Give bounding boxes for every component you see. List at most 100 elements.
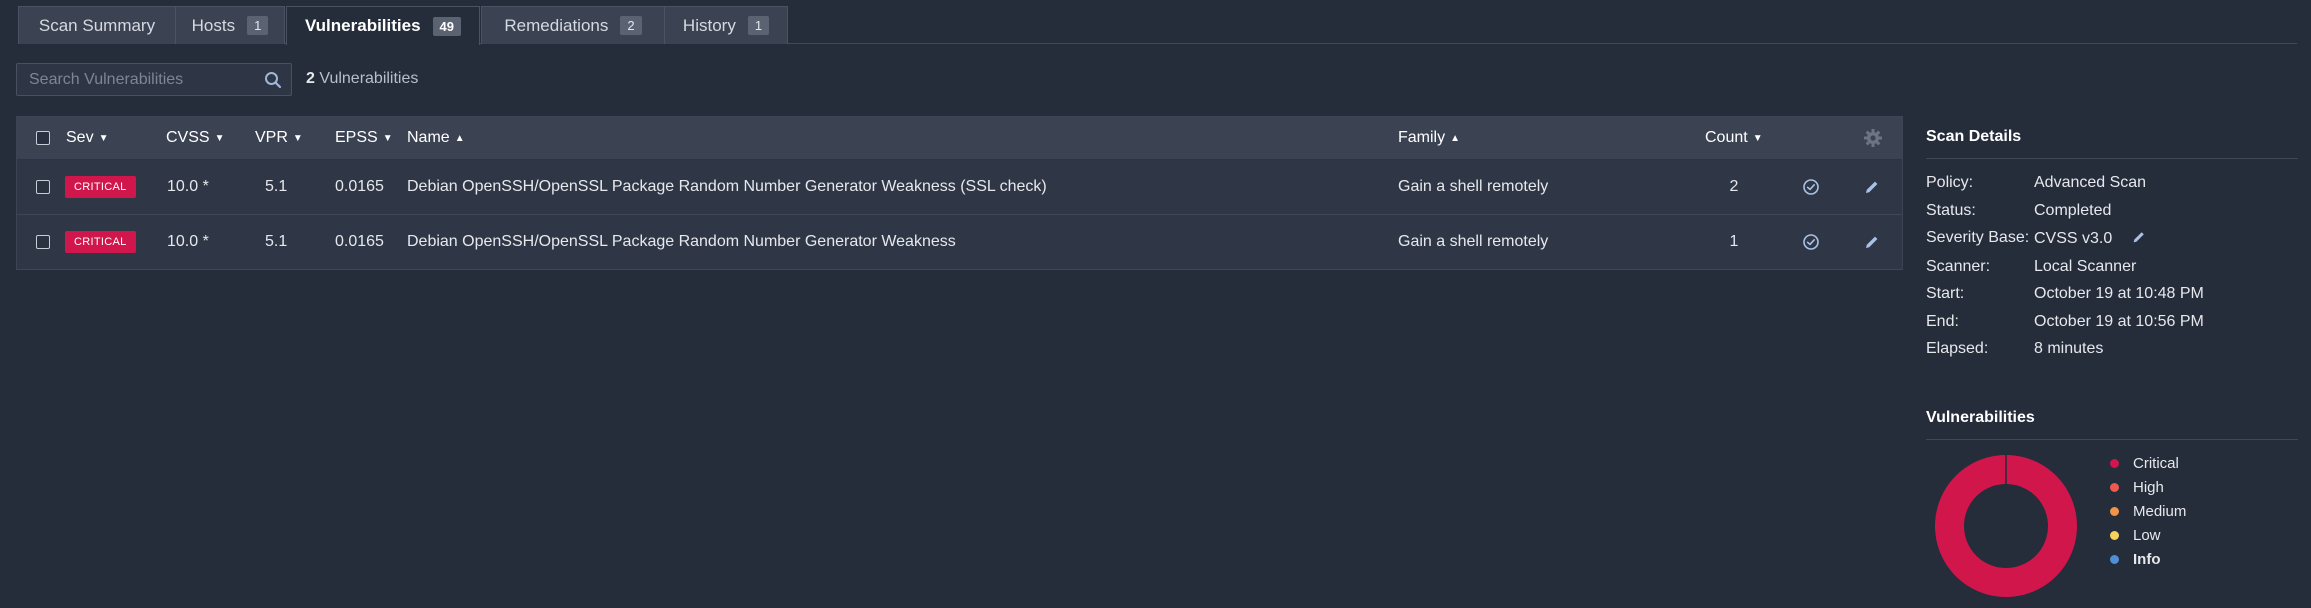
tab-count-badge: 49 [432,16,462,36]
resolve-cell [1802,160,1820,214]
check-circle-icon[interactable] [1802,178,1820,196]
column-settings-cell [1863,117,1883,159]
result-count-number: 2 [306,70,315,87]
severity-cell: CRITICAL [65,160,136,214]
column-label: Name [407,129,450,146]
severity-base-value: CVSS v3.0 [2034,230,2113,247]
edit-cell [1863,160,1881,214]
epss-cell: 0.0165 [335,233,384,250]
tab-label: Remediations [504,15,609,35]
legend-label: Critical [2133,455,2179,472]
search-icon[interactable] [264,71,282,89]
name-cell: Debian OpenSSH/OpenSSL Package Random Nu… [407,178,1047,195]
column-header-cvss[interactable]: CVSS ▼ [166,117,224,159]
legend-item-medium: Medium [2110,503,2186,520]
legend-dot [2110,531,2119,540]
tab-scan-summary[interactable]: Scan Summary [18,6,176,44]
legend-item-low: Low [2110,527,2161,544]
detail-label: Elapsed: [1926,340,1989,357]
family-cell: Gain a shell remotely [1398,233,1549,250]
vpr-cell: 5.1 [265,178,288,195]
sort-desc-icon: ▼ [98,132,109,144]
tab-bar: Scan Summary Hosts 1 Vulnerabilities 49 … [18,6,2297,45]
sort-desc-icon: ▼ [1752,132,1763,144]
column-header-name[interactable]: Name ▲ [407,117,465,159]
legend-dot [2110,507,2119,516]
resolve-cell [1802,215,1820,269]
column-label: VPR [255,129,288,146]
tab-label: Vulnerabilities [304,16,421,35]
scan-details-title: Scan Details [1926,128,2022,145]
tab-count-badge: 1 [747,16,770,35]
sort-desc-icon: ▼ [382,132,393,144]
column-label: Family [1398,129,1446,146]
sort-asc-icon: ▲ [1450,132,1461,144]
detail-value: Completed [2034,202,2112,219]
tab-label: History [682,15,736,35]
detail-value: Local Scanner [2034,258,2137,275]
detail-label: Severity Base: [1926,229,2030,246]
legend-label: Info [2133,551,2161,568]
detail-label: End: [1926,313,1959,330]
column-header-sev[interactable]: Sev ▼ [66,117,108,159]
legend-dot [2110,459,2119,468]
vpr-cell: 5.1 [265,233,288,250]
tab-vulnerabilities[interactable]: Vulnerabilities 49 [286,6,480,45]
vulnerabilities-donut-chart [1934,455,2077,597]
tab-count-badge: 2 [620,16,642,35]
legend-item-info[interactable]: Info [2110,551,2161,568]
tab-hosts[interactable]: Hosts 1 [175,6,285,44]
tab-history[interactable]: History 1 [664,6,788,44]
vulnerabilities-chart-title: Vulnerabilities [1926,409,2035,426]
detail-label: Scanner: [1926,258,1991,275]
legend-label: Medium [2133,503,2187,520]
sort-desc-icon: ▼ [292,132,303,144]
column-label: Sev [66,129,94,146]
select-all-cell [36,117,50,159]
cvss-cell: 10.0 * [167,178,209,195]
sort-asc-icon: ▲ [454,132,465,144]
name-cell: Debian OpenSSH/OpenSSL Package Random Nu… [407,233,956,250]
column-label: CVSS [166,129,210,146]
detail-value: 8 minutes [2034,340,2104,357]
sort-desc-icon: ▼ [214,132,225,144]
table-row[interactable]: CRITICAL 10.0 * 5.1 0.0165 Debian OpenSS… [17,160,1902,215]
detail-label: Start: [1926,285,1965,302]
search-box [16,63,292,96]
result-count: 2 Vulnerabilities [306,70,418,88]
result-count-label: Vulnerabilities [319,70,419,87]
pencil-icon[interactable] [1863,233,1881,251]
column-header-vpr[interactable]: VPR ▼ [255,117,303,159]
row-checkbox[interactable] [36,180,50,194]
epss-cell: 0.0165 [335,178,384,195]
column-header-family[interactable]: Family ▲ [1398,117,1460,159]
divider [1926,158,2298,159]
table-row[interactable]: CRITICAL 10.0 * 5.1 0.0165 Debian OpenSS… [17,215,1902,270]
check-circle-icon[interactable] [1802,233,1820,251]
legend-item-critical: Critical [2110,455,2179,472]
pencil-icon[interactable] [2131,229,2147,245]
search-input[interactable] [17,64,257,95]
pencil-icon[interactable] [1863,178,1881,196]
cvss-cell: 10.0 * [167,233,209,250]
severity-cell: CRITICAL [65,215,136,269]
edit-cell [1863,215,1881,269]
legend-label: High [2133,479,2164,496]
tab-remediations[interactable]: Remediations 2 [481,6,665,44]
row-select-cell [36,215,50,269]
vulnerabilities-table: Sev ▼ CVSS ▼ VPR ▼ EPSS ▼ Name ▲ Family … [16,116,1903,270]
tab-label: Scan Summary [38,15,156,35]
detail-value: October 19 at 10:48 PM [2034,285,2204,302]
count-cell: 1 [1729,233,1739,250]
legend-item-high: High [2110,479,2164,496]
gear-icon[interactable] [1863,128,1883,148]
severity-badge: CRITICAL [65,231,136,253]
select-all-checkbox[interactable] [36,131,50,145]
legend-dot [2110,555,2119,564]
detail-value: October 19 at 10:56 PM [2034,313,2204,330]
row-checkbox[interactable] [36,235,50,249]
column-header-count[interactable]: Count ▼ [1705,117,1763,159]
column-label: Count [1705,129,1748,146]
column-header-epss[interactable]: EPSS ▼ [335,117,393,159]
tab-label: Hosts [191,15,236,35]
